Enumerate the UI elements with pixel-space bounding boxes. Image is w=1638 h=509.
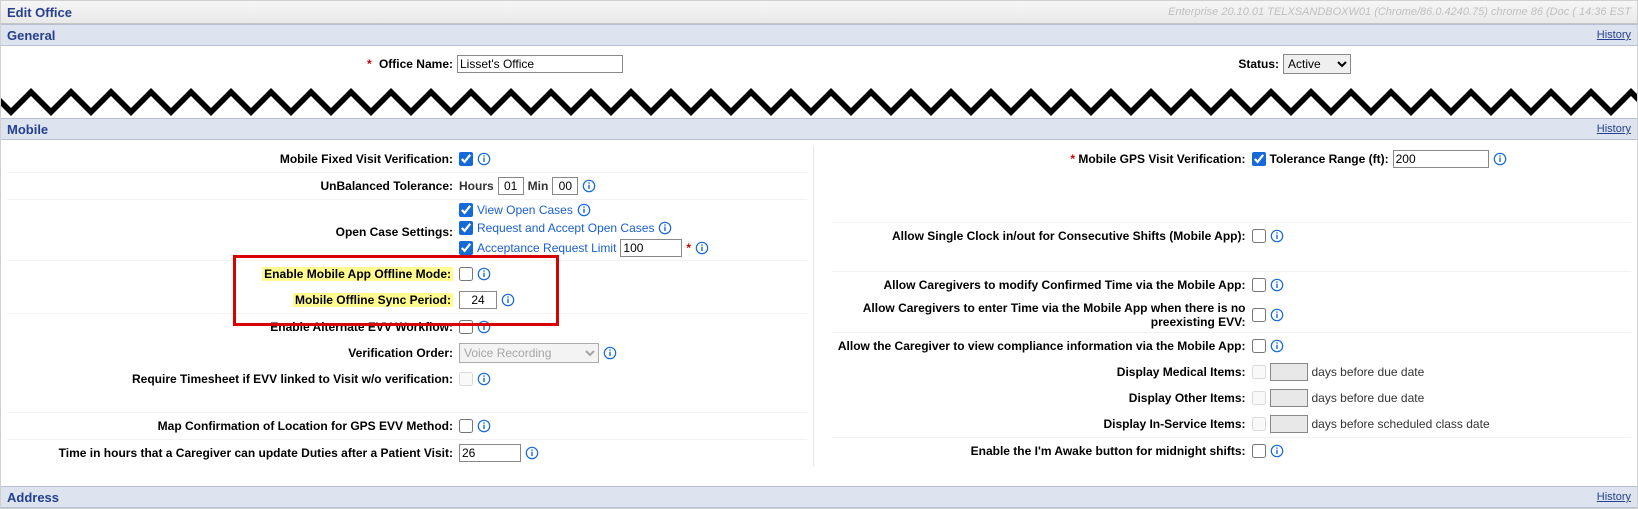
section-mobile-title: Mobile — [7, 122, 48, 137]
required-asterisk: * — [1070, 152, 1075, 166]
display-inservice-days-input — [1270, 415, 1308, 433]
single-clock-label: Allow Single Clock in/out for Consecutiv… — [832, 229, 1252, 243]
system-info: Enterprise 20.10.01 TELXSANDBOXW01 (Chro… — [1168, 6, 1631, 18]
verification-order-select[interactable]: Voice Recording — [459, 343, 599, 363]
display-medical-days-input — [1270, 363, 1308, 381]
section-address-title: Address — [7, 490, 59, 505]
verification-order-label: Verification Order: — [7, 346, 459, 360]
duties-hours-label: Time in hours that a Caregiver can updat… — [7, 446, 459, 460]
info-icon[interactable] — [1493, 152, 1507, 166]
display-other-label: Display Other Items: — [832, 391, 1252, 405]
offline-sync-input[interactable] — [459, 291, 497, 309]
info-icon[interactable] — [477, 372, 491, 386]
display-inservice-label: Display In-Service Items: — [832, 417, 1252, 431]
min-input[interactable] — [552, 177, 578, 195]
modify-confirmed-label: Allow Caregivers to modify Confirmed Tim… — [832, 278, 1252, 292]
hours-word: Hours — [459, 179, 494, 193]
require-timesheet-label: Require Timesheet if EVV linked to Visit… — [7, 372, 459, 386]
section-general-header: General History — [1, 24, 1637, 46]
map-confirm-checkbox[interactable] — [459, 419, 473, 433]
display-medical-label: Display Medical Items: — [832, 365, 1252, 379]
enter-no-evv-label: Allow Caregivers to enter Time via the M… — [832, 301, 1252, 329]
section-address-header: Address History — [1, 486, 1637, 508]
info-icon[interactable] — [1270, 229, 1284, 243]
history-link-general[interactable]: History — [1597, 29, 1631, 41]
info-icon[interactable] — [1270, 444, 1284, 458]
modify-confirmed-checkbox[interactable] — [1252, 278, 1266, 292]
request-accept-open-cases-checkbox[interactable] — [459, 221, 473, 235]
view-compliance-label: Allow the Caregiver to view compliance i… — [832, 339, 1252, 353]
acceptance-limit-checkbox[interactable] — [459, 241, 473, 255]
min-word: Min — [528, 179, 549, 193]
content-cut-divider — [1, 82, 1637, 118]
required-asterisk: * — [686, 241, 691, 255]
info-icon[interactable] — [582, 179, 596, 193]
acceptance-limit-link[interactable]: Acceptance Request Limit — [477, 241, 616, 255]
tolerance-range-input[interactable] — [1393, 150, 1489, 168]
info-icon[interactable] — [477, 267, 491, 281]
hours-input[interactable] — [498, 177, 524, 195]
fixed-visit-label: Mobile Fixed Visit Verification: — [7, 152, 459, 166]
im-awake-label: Enable the I'm Awake button for midnight… — [832, 444, 1252, 458]
info-icon[interactable] — [1270, 308, 1284, 322]
section-general-title: General — [7, 28, 55, 43]
display-medical-checkbox — [1252, 365, 1266, 379]
info-icon[interactable] — [695, 241, 709, 255]
duties-hours-input[interactable] — [459, 444, 521, 462]
info-icon[interactable] — [477, 152, 491, 166]
info-icon[interactable] — [525, 446, 539, 460]
info-icon[interactable] — [1270, 339, 1284, 353]
acceptance-limit-input[interactable] — [620, 239, 682, 257]
tolerance-range-label: Tolerance Range (ft): — [1270, 152, 1389, 166]
enable-alt-evv-label: Enable Alternate EVV Workflow: — [7, 320, 459, 334]
im-awake-checkbox[interactable] — [1252, 444, 1266, 458]
days-before-class-text: days before scheduled class date — [1312, 417, 1490, 431]
status-label: Status: — [1238, 57, 1279, 71]
section-mobile-header: Mobile History — [1, 118, 1637, 140]
map-confirm-label: Map Confirmation of Location for GPS EVV… — [7, 419, 459, 433]
info-icon[interactable] — [658, 221, 672, 235]
history-link-mobile[interactable]: History — [1597, 123, 1631, 135]
required-asterisk: * — [367, 57, 372, 71]
display-inservice-checkbox — [1252, 417, 1266, 431]
info-icon[interactable] — [501, 293, 515, 307]
status-select[interactable]: Active — [1283, 54, 1351, 74]
offline-sync-label: Mobile Offline Sync Period: — [7, 293, 459, 307]
enable-offline-checkbox[interactable] — [459, 267, 473, 281]
unbalanced-label: UnBalanced Tolerance: — [7, 179, 459, 193]
info-icon[interactable] — [477, 419, 491, 433]
gps-visit-checkbox[interactable] — [1252, 152, 1266, 166]
enable-alt-evv-checkbox[interactable] — [459, 320, 473, 334]
view-open-cases-checkbox[interactable] — [459, 203, 473, 217]
office-name-input[interactable] — [457, 55, 623, 73]
display-other-days-input — [1270, 389, 1308, 407]
gps-visit-label: * Mobile GPS Visit Verification: — [832, 152, 1252, 166]
page-title: Edit Office — [7, 5, 72, 20]
office-name-label: * Office Name: — [7, 57, 453, 71]
view-open-cases-link[interactable]: View Open Cases — [477, 203, 573, 217]
enter-no-evv-checkbox[interactable] — [1252, 308, 1266, 322]
info-icon[interactable] — [577, 203, 591, 217]
days-before-due-text: days before due date — [1312, 391, 1425, 405]
history-link-address[interactable]: History — [1597, 491, 1631, 503]
view-compliance-checkbox[interactable] — [1252, 339, 1266, 353]
info-icon[interactable] — [1270, 278, 1284, 292]
info-icon[interactable] — [603, 346, 617, 360]
open-case-settings-label: Open Case Settings: — [7, 203, 459, 239]
info-icon[interactable] — [477, 320, 491, 334]
request-accept-open-cases-link[interactable]: Request and Accept Open Cases — [477, 221, 654, 235]
single-clock-checkbox[interactable] — [1252, 229, 1266, 243]
days-before-due-text: days before due date — [1312, 365, 1425, 379]
display-other-checkbox — [1252, 391, 1266, 405]
require-timesheet-checkbox — [459, 372, 473, 386]
fixed-visit-checkbox[interactable] — [459, 152, 473, 166]
enable-offline-label: Enable Mobile App Offline Mode: — [7, 267, 459, 281]
